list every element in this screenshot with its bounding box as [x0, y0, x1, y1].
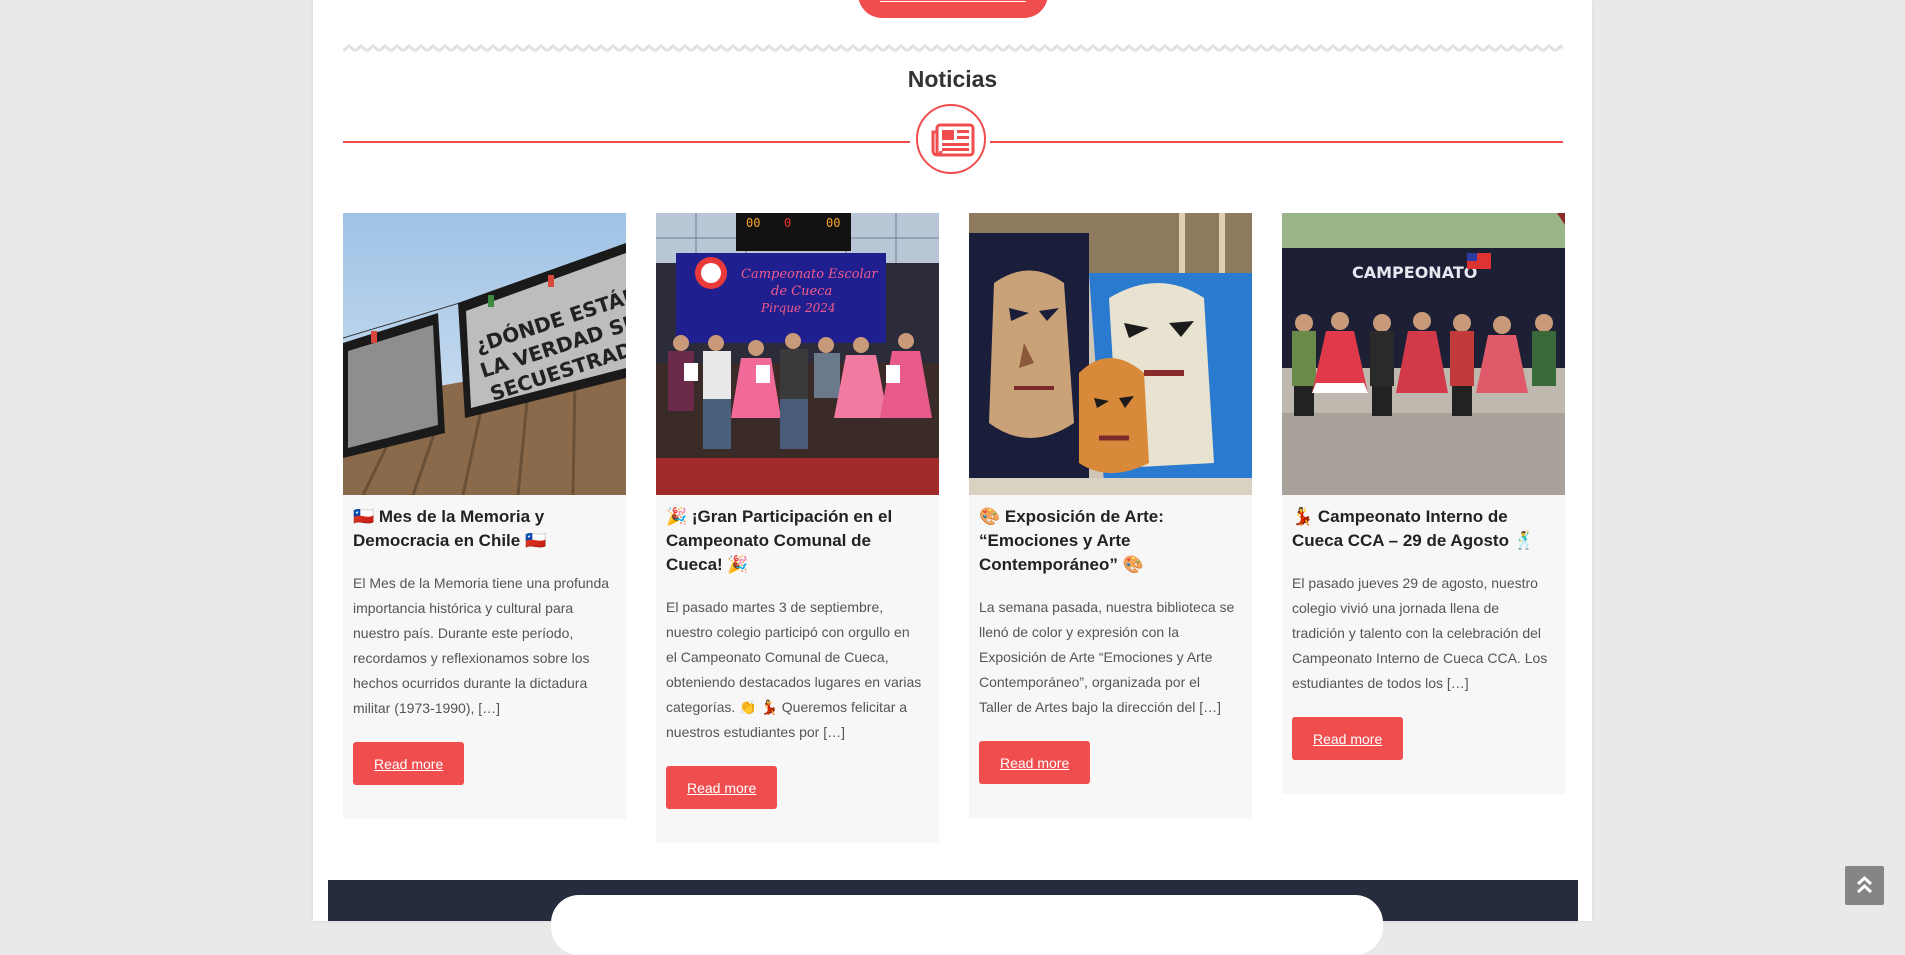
read-more-button[interactable]: Read more: [979, 741, 1091, 784]
svg-text:00: 00: [746, 216, 760, 230]
double-chevron-up-icon: [1856, 875, 1873, 894]
section-title: Noticias: [907, 66, 998, 92]
news-title[interactable]: 🎉 ¡Gran Participación en el Campeonato C…: [666, 505, 923, 577]
page-container: Noticias ¿DÓNDE ESTÁN LA VERDAD SIGUE SE…: [313, 0, 1592, 921]
news-image-memoria[interactable]: ¿DÓNDE ESTÁN LA VERDAD SIGUE SECUESTRADA: [343, 213, 626, 495]
news-card: 🎨 Exposición de Arte: “Emociones y Arte …: [969, 213, 1252, 818]
news-card: CAMPEONATO 💃 Campeonato Interno de Cueca…: [1282, 213, 1565, 794]
newspaper-icon: [931, 123, 975, 157]
svg-text:CAMPEONATO: CAMPEONATO: [1352, 263, 1477, 282]
scroll-to-top-button[interactable]: [1845, 866, 1884, 905]
news-image-campeonato-comunal[interactable]: 00 0 00 Campeonato Escolar de Cueca Pirq…: [656, 213, 939, 495]
button-underline: [880, 1, 1026, 2]
news-image-exposicion-arte[interactable]: [969, 213, 1252, 495]
news-title[interactable]: 🇨🇱 Mes de la Memoria y Democracia en Chi…: [353, 505, 610, 553]
read-more-button[interactable]: Read more: [1292, 717, 1404, 760]
svg-text:Pirque 2024: Pirque 2024: [760, 301, 836, 315]
title-rule-right: [990, 141, 1563, 143]
footer-search-pill[interactable]: [551, 895, 1383, 955]
zigzag-divider: [343, 43, 1563, 55]
news-excerpt: El Mes de la Memoria tiene una profunda …: [353, 575, 610, 716]
read-more-button[interactable]: Read more: [666, 766, 778, 809]
news-card: ¿DÓNDE ESTÁN LA VERDAD SIGUE SECUESTRADA…: [343, 213, 626, 819]
news-excerpt: El pasado martes 3 de septiembre, nuestr…: [666, 599, 922, 740]
news-excerpt: El pasado jueves 29 de agosto, nuestro c…: [1292, 575, 1548, 691]
top-section-button[interactable]: [858, 0, 1048, 18]
svg-text:00: 00: [826, 216, 840, 230]
news-excerpt: La semana pasada, nuestra biblioteca se …: [979, 599, 1235, 715]
news-title[interactable]: 💃 Campeonato Interno de Cueca CCA – 29 d…: [1292, 505, 1549, 553]
title-rule-left: [343, 141, 910, 143]
news-card: 00 0 00 Campeonato Escolar de Cueca Pirq…: [656, 213, 939, 843]
svg-text:de Cueca: de Cueca: [771, 284, 832, 299]
svg-text:Campeonato Escolar: Campeonato Escolar: [741, 267, 878, 282]
svg-text:0: 0: [784, 216, 791, 230]
newspaper-badge: [916, 104, 986, 174]
read-more-button[interactable]: Read more: [353, 742, 465, 785]
news-title[interactable]: 🎨 Exposición de Arte: “Emociones y Arte …: [979, 505, 1236, 577]
footer-band: [328, 880, 1578, 955]
news-image-campeonato-interno[interactable]: CAMPEONATO: [1282, 213, 1565, 495]
